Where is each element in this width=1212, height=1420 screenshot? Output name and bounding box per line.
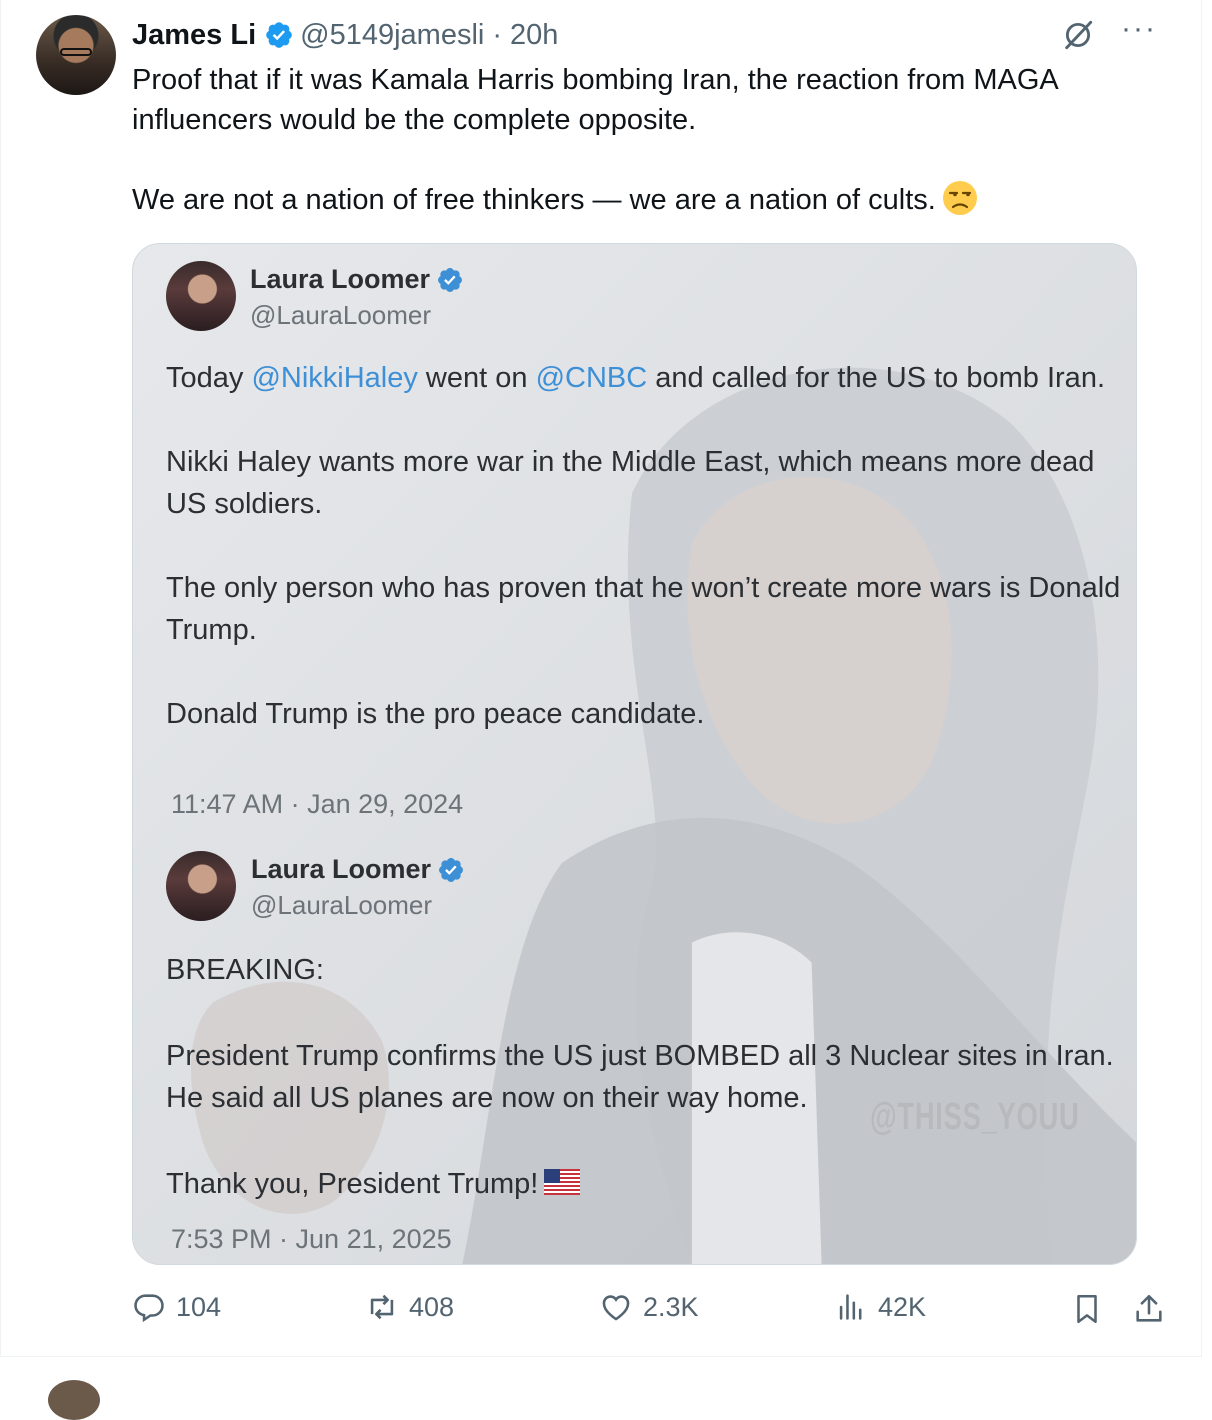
- heart-icon: [602, 1295, 630, 1321]
- quoted-author-handle-2: @LauraLoomer: [251, 890, 433, 920]
- separator-dot: ·: [492, 18, 503, 51]
- next-post-avatar[interactable]: [48, 1380, 100, 1420]
- verified-badge-icon: [438, 267, 463, 292]
- grok-icon[interactable]: [1061, 18, 1095, 52]
- us-flag-icon: [544, 1169, 581, 1196]
- quoted-author-name-2: Laura Loomer: [251, 854, 465, 885]
- author-handle[interactable]: @5149jamesli: [300, 19, 484, 52]
- author-name[interactable]: James Li: [132, 19, 256, 52]
- bookmark-icon[interactable]: [1070, 1292, 1104, 1326]
- post-text-line2: We are not a nation of free thinkers — w…: [132, 184, 936, 216]
- quote1-text-pre: Today: [166, 362, 252, 394]
- view-count: 42K: [878, 1291, 927, 1322]
- quoted-tweet-text-1: Today @NikkiHaley went on @CNBC and call…: [166, 357, 1126, 735]
- quoted-author-name-text-1: Laura Loomer: [250, 264, 431, 294]
- repost-count: 408: [409, 1291, 455, 1322]
- share-icon[interactable]: [1132, 1292, 1166, 1326]
- reply-icon: [134, 1294, 164, 1323]
- repost-icon: [370, 1294, 394, 1320]
- quoted-timestamp-1: 11:47 AM · Jan 29, 2024: [171, 789, 464, 819]
- post-header: James Li @5149jamesli · 20h: [132, 15, 558, 55]
- quoted-author-name-text-2: Laura Loomer: [251, 854, 432, 884]
- reply-count: 104: [176, 1291, 222, 1322]
- quoted-author-name-1: Laura Loomer: [250, 264, 464, 295]
- like-count: 2.3K: [643, 1291, 699, 1322]
- quoted-timestamp-2: 7:53 PM · Jun 21, 2025: [171, 1224, 452, 1254]
- post-container: James Li @5149jamesli · 20h ··· Proof th…: [0, 0, 1202, 1357]
- quote1-text-post: and called for the US to bomb Iran.: [647, 362, 1105, 394]
- unamused-face-icon: [942, 181, 977, 216]
- post-text: Proof that if it was Kamala Harris bombi…: [132, 60, 1142, 220]
- quoted-author-handle-1: @LauraLoomer: [250, 300, 432, 330]
- post-actions: 104 408 2.3K 42K: [132, 1290, 1172, 1334]
- reply-button[interactable]: 104: [132, 1290, 221, 1324]
- like-button[interactable]: 2.3K: [599, 1290, 699, 1324]
- repost-button[interactable]: 408: [365, 1290, 454, 1324]
- post-time[interactable]: 20h: [510, 19, 558, 52]
- mention-nikkihaley: @NikkiHaley: [251, 362, 418, 394]
- quote1-text-mid: went on: [417, 362, 536, 394]
- verified-badge-icon: [439, 857, 464, 882]
- quote1-paragraph-3: The only person who has proven that he w…: [166, 572, 1121, 646]
- mention-cnbc: @CNBC: [535, 362, 648, 394]
- more-options-button[interactable]: ···: [1121, 14, 1157, 44]
- quoted-author-avatar: [166, 851, 236, 921]
- author-avatar[interactable]: [36, 15, 116, 95]
- quote1-paragraph-4: Donald Trump is the pro peace candidate.: [166, 698, 705, 730]
- quote2-paragraph-2: President Trump confirms the US just BOM…: [166, 1040, 1114, 1114]
- quoted-tweet-text-2: BREAKING: President Trump confirms the U…: [166, 949, 1126, 1205]
- views-button[interactable]: 42K: [834, 1290, 926, 1324]
- analytics-icon: [839, 1294, 862, 1320]
- verified-badge-icon: [266, 22, 292, 48]
- quote2-paragraph-3: Thank you, President Trump!: [166, 1168, 539, 1200]
- post-text-line1: Proof that if it was Kamala Harris bombi…: [132, 64, 1058, 136]
- quoted-author-avatar: [166, 261, 236, 331]
- post-top-icons: ···: [1061, 14, 1157, 52]
- quote2-paragraph-1: BREAKING:: [166, 954, 324, 986]
- post-image[interactable]: @THISS_YOUU Laura Loomer @LauraLoomer To…: [132, 243, 1137, 1265]
- quote1-paragraph-2: Nikki Haley wants more war in the Middle…: [166, 446, 1095, 520]
